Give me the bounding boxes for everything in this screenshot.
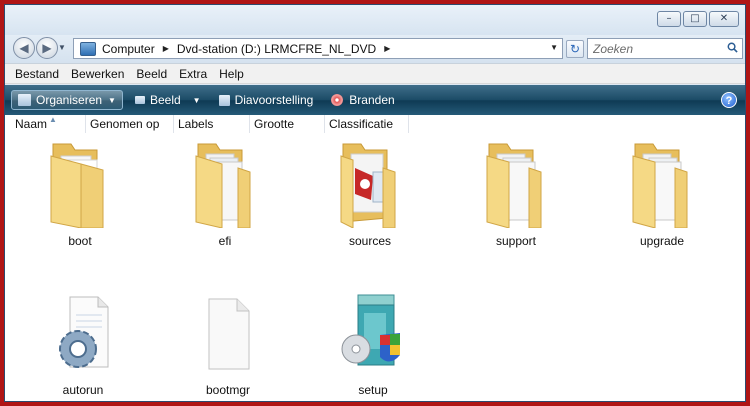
file-autorun[interactable]: autorun bbox=[28, 293, 138, 397]
folder-efi[interactable]: efi bbox=[170, 138, 280, 248]
breadcrumb-separator-icon[interactable]: ▶ bbox=[384, 44, 390, 53]
organise-button[interactable]: Organiseren ▼ bbox=[11, 90, 123, 110]
burn-disc-icon bbox=[331, 94, 344, 106]
close-icon: ✕ bbox=[719, 13, 729, 24]
settings-file-icon bbox=[59, 296, 109, 368]
item-label: efi bbox=[218, 234, 232, 248]
item-label: setup bbox=[358, 383, 388, 397]
item-label: bootmgr bbox=[205, 383, 251, 397]
item-label: sources bbox=[348, 234, 392, 248]
column-date-taken[interactable]: Genomen op bbox=[86, 115, 174, 133]
maximize-button[interactable]: □ bbox=[683, 11, 707, 27]
minimize-icon: – bbox=[666, 13, 672, 24]
menu-bar: Bestand Bewerken Beeld Extra Help bbox=[5, 63, 745, 84]
chevron-down-icon: ▼ bbox=[192, 95, 201, 105]
folder-icon bbox=[340, 143, 396, 228]
column-name[interactable]: ▲ Naam bbox=[11, 115, 86, 133]
back-arrow-icon: ◀ bbox=[19, 41, 29, 55]
forward-arrow-icon: ▶ bbox=[42, 41, 52, 55]
menu-bestand[interactable]: Bestand bbox=[15, 67, 59, 81]
file-bootmgr[interactable]: bootmgr bbox=[173, 293, 283, 397]
search-icon[interactable] bbox=[727, 42, 738, 53]
folder-icon bbox=[195, 143, 251, 228]
column-name-label: Naam bbox=[15, 117, 48, 131]
column-labels[interactable]: Labels bbox=[174, 115, 250, 133]
column-headers: ▲ Naam Genomen op Labels Grootte Classif… bbox=[5, 115, 745, 134]
search-box[interactable] bbox=[587, 38, 743, 59]
folder-icon bbox=[486, 143, 542, 228]
file-setup[interactable]: setup bbox=[318, 293, 428, 397]
burn-label: Branden bbox=[349, 93, 395, 107]
view-button[interactable]: Beeld ▼ bbox=[129, 90, 207, 110]
slideshow-label: Diavoorstelling bbox=[234, 93, 314, 107]
menu-extra[interactable]: Extra bbox=[179, 67, 207, 81]
navigation-bar: ◀ ▶ ▼ Computer ▶ Dvd-station (D:) LRMCFR… bbox=[5, 35, 745, 63]
folder-icon bbox=[632, 143, 688, 228]
column-rating-label: Classificatie bbox=[329, 117, 394, 131]
view-label: Beeld bbox=[149, 93, 181, 107]
minimize-button[interactable]: – bbox=[657, 11, 681, 27]
forward-button[interactable]: ▶ bbox=[36, 37, 58, 59]
maximize-icon: □ bbox=[690, 13, 700, 24]
close-button[interactable]: ✕ bbox=[709, 11, 739, 27]
refresh-icon: ↻ bbox=[569, 42, 581, 56]
search-input[interactable] bbox=[593, 40, 719, 57]
drive-icon bbox=[80, 41, 96, 56]
command-bar: Organiseren ▼ Beeld ▼ Diavoorstelling Br… bbox=[5, 85, 745, 115]
blank-file-icon bbox=[208, 298, 250, 370]
menu-bewerken[interactable]: Bewerken bbox=[71, 67, 124, 81]
slideshow-icon bbox=[218, 94, 230, 106]
view-icon bbox=[134, 96, 145, 104]
menu-help[interactable]: Help bbox=[219, 67, 244, 81]
folder-support[interactable]: support bbox=[461, 138, 571, 248]
organise-icon bbox=[18, 94, 31, 106]
file-list: boot efi sources support upgrade autorun… bbox=[5, 133, 745, 401]
installer-icon bbox=[341, 294, 400, 366]
sort-ascending-icon: ▲ bbox=[49, 115, 57, 124]
organise-label: Organiseren bbox=[36, 93, 103, 107]
folder-boot[interactable]: boot bbox=[25, 138, 135, 248]
item-label: boot bbox=[68, 234, 92, 248]
breadcrumb-separator-icon[interactable]: ▶ bbox=[163, 44, 169, 53]
help-icon: ? bbox=[725, 95, 733, 107]
breadcrumb-computer[interactable]: Computer bbox=[102, 42, 155, 56]
menu-beeld[interactable]: Beeld bbox=[136, 67, 167, 81]
column-labels-label: Labels bbox=[178, 117, 214, 131]
title-bar: – □ ✕ bbox=[5, 5, 745, 35]
column-size[interactable]: Grootte bbox=[250, 115, 325, 133]
folder-upgrade[interactable]: upgrade bbox=[607, 138, 717, 248]
explorer-window: – □ ✕ ◀ ▶ ▼ Computer ▶ Dvd-station (D:) … bbox=[4, 4, 746, 402]
address-dropdown-icon[interactable]: ▼ bbox=[550, 43, 558, 52]
help-button[interactable]: ? bbox=[721, 92, 737, 108]
recent-pages-chevron-icon[interactable]: ▼ bbox=[58, 43, 66, 52]
column-size-label: Grootte bbox=[254, 117, 295, 131]
chevron-down-icon: ▼ bbox=[108, 95, 116, 105]
item-label: autorun bbox=[62, 383, 104, 397]
address-bar[interactable]: Computer ▶ Dvd-station (D:) LRMCFRE_NL_D… bbox=[73, 38, 563, 59]
burn-button[interactable]: Branden bbox=[325, 90, 400, 110]
column-date-taken-label: Genomen op bbox=[90, 117, 160, 131]
window-controls: – □ ✕ bbox=[655, 11, 739, 27]
breadcrumb-dvd-drive[interactable]: Dvd-station (D:) LRMCFRE_NL_DVD bbox=[177, 42, 376, 56]
folder-icon bbox=[50, 143, 104, 228]
back-button[interactable]: ◀ bbox=[13, 37, 35, 59]
item-label: upgrade bbox=[639, 234, 685, 248]
slideshow-button[interactable]: Diavoorstelling bbox=[213, 90, 320, 110]
folder-sources[interactable]: sources bbox=[315, 138, 425, 248]
refresh-button[interactable]: ↻ bbox=[566, 40, 584, 58]
item-label: support bbox=[495, 234, 537, 248]
column-rating[interactable]: Classificatie bbox=[325, 115, 409, 133]
